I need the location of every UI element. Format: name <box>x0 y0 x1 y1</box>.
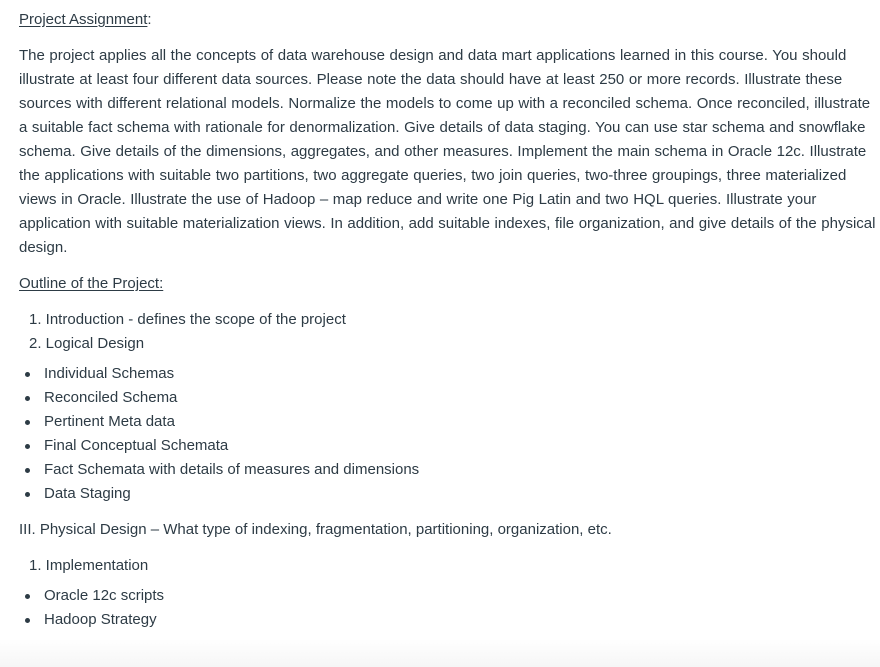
numbered-item-logical-design: 2. Logical Design <box>29 335 145 352</box>
physical-design-line: III. Physical Design – What type of inde… <box>19 521 612 538</box>
bullet-icon <box>25 372 30 377</box>
document-body: Project Assignment: The project applies … <box>19 8 879 662</box>
bullet-icon <box>25 618 30 623</box>
bullet-text: Data Staging <box>44 485 131 502</box>
bullet-icon <box>25 468 30 473</box>
heading-colon: : <box>147 11 152 28</box>
outline-heading: Outline of the Project: <box>19 275 164 292</box>
bullet-item: Pertinent Meta data <box>19 410 879 434</box>
bullet-text: Reconciled Schema <box>44 389 178 406</box>
bullet-text: Oracle 12c scripts <box>44 587 165 604</box>
bullet-icon <box>25 420 30 425</box>
bullet-text: Fact Schemata with details of measures a… <box>44 461 420 478</box>
bullet-text: Pertinent Meta data <box>44 413 175 430</box>
bullet-text: Hadoop Strategy <box>44 611 157 628</box>
bullet-item: Individual Schemas <box>19 362 879 386</box>
bullet-icon <box>25 492 30 497</box>
bottom-fade <box>0 639 880 667</box>
bullet-item: Oracle 12c scripts <box>19 584 879 608</box>
bullet-text: Final Conceptual Schemata <box>44 437 229 454</box>
bullet-item: Hadoop Strategy <box>19 608 879 632</box>
bullet-item: Final Conceptual Schemata <box>19 434 879 458</box>
bullet-item: Data Staging <box>19 482 879 506</box>
bullet-icon <box>25 444 30 449</box>
outline-heading-row: Outline of the Project: <box>19 272 879 296</box>
bullet-item: Fact Schemata with details of measures a… <box>19 458 879 482</box>
numbered-item-implementation: 1. Implementation <box>29 557 149 574</box>
bullet-icon <box>25 396 30 401</box>
bullet-text: Individual Schemas <box>44 365 175 382</box>
assignment-description: The project applies all the concepts of … <box>19 47 876 256</box>
implementation-numbered-list: 1. Implementation <box>19 554 879 578</box>
logical-numbered-list: 1. Introduction - defines the scope of t… <box>19 308 879 356</box>
bullet-item: Reconciled Schema <box>19 386 879 410</box>
logical-bullet-list: Individual Schemas Reconciled Schema Per… <box>19 362 879 506</box>
numbered-item-introduction: 1. Introduction - defines the scope of t… <box>29 311 346 328</box>
project-assignment-heading: Project Assignment <box>19 11 148 28</box>
bullet-icon <box>25 594 30 599</box>
implementation-bullet-list: Oracle 12c scripts Hadoop Strategy <box>19 584 879 632</box>
project-assignment-heading-row: Project Assignment: <box>19 8 879 32</box>
